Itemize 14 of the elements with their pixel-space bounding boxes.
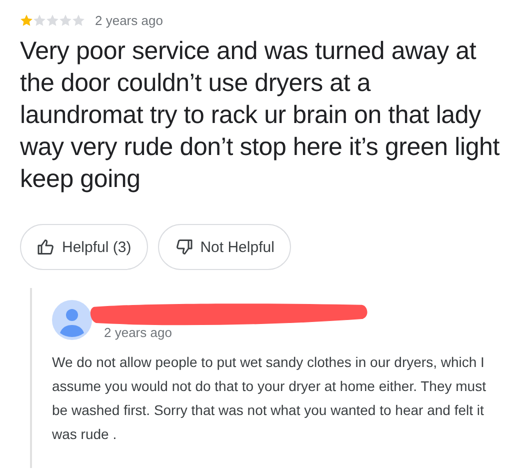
avatar-icon	[52, 300, 92, 340]
star-icon	[46, 14, 59, 26]
review-text: Very poor service and was turned away at the door couldn’t use dryers at a laundromat try to rack ur brain on that lady way very rude don’t stop here it’s green light keep going	[20, 36, 500, 195]
helpful-button[interactable]: Helpful (3)	[20, 224, 148, 270]
not-helpful-button[interactable]: Not Helpful	[158, 224, 292, 270]
thumbs-down-icon	[175, 238, 194, 256]
reply-time: 2 years ago	[104, 325, 172, 340]
review-time: 2 years ago	[95, 12, 163, 28]
star-icon	[33, 14, 46, 26]
thumbs-up-icon	[37, 238, 55, 256]
reply-text: We do not allow people to put wet sandy clothes in our dryers, which I assume you would not do that to your dryer at home either. They must be washed first. Sorry that was not what you wanted to hear and felt it was rude .	[52, 353, 487, 444]
star-icon	[20, 14, 33, 26]
star-icon	[72, 14, 85, 26]
star-icon	[59, 14, 72, 26]
